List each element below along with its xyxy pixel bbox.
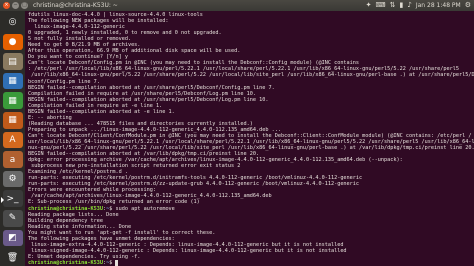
maximize-button[interactable]: □	[21, 2, 28, 9]
prompt-path: ~	[106, 205, 110, 212]
settings-gear-icon[interactable]: ⚙	[465, 0, 471, 11]
launcher-terminal-icon[interactable]: >_	[0, 190, 23, 208]
battery-icon[interactable]: ▮	[400, 0, 404, 11]
launcher-image-viewer-icon[interactable]: ◩	[2, 229, 23, 247]
launcher-files-icon[interactable]: ▤	[2, 53, 23, 70]
dropbox-icon[interactable]: ✦	[366, 0, 372, 11]
launcher-libreoffice-calc-icon[interactable]: ▦	[2, 92, 23, 110]
terminal-prompt-line: christina@christina-K53U:~$	[28, 260, 474, 266]
launcher-system-settings-icon[interactable]: ⚙	[2, 170, 23, 188]
terminal-line: /usr/lib/x86_64-linux-gnu/perl/5.22 /usr…	[28, 72, 474, 79]
prompt-path: ~	[106, 259, 110, 266]
launcher-firefox-icon[interactable]: ●	[2, 33, 23, 51]
clock[interactable]: Jan 28 1:48 PM	[416, 0, 461, 11]
launcher-libreoffice-impress-icon[interactable]: ▦	[2, 112, 23, 129]
launcher-text-editor-icon[interactable]: ✎	[2, 210, 23, 227]
volume-icon[interactable]: ♪	[407, 0, 411, 11]
launcher: ◎ ● ▤ ▦ ▦ ▦ Aa ⚙ >_ ✎ ◩ 🗑	[0, 11, 25, 266]
launcher-software-center-icon[interactable]: A	[2, 131, 23, 149]
minimize-button[interactable]: −	[12, 2, 19, 9]
system-tray: ✦ ⌨ ⇅ ▮ ♪ Jan 28 1:48 PM ⚙	[366, 0, 474, 11]
typed-command: sudo apt autoremove	[115, 205, 175, 212]
terminal-output[interactable]: fdutils linux-doc-4.4.0 | linux-source-4…	[25, 11, 474, 266]
launcher-trash-icon[interactable]: 🗑	[2, 249, 23, 266]
network-icon[interactable]: ⇅	[390, 0, 396, 11]
launcher-amazon-icon[interactable]: a	[2, 151, 23, 168]
prompt-user: christina@christina-K53U	[28, 259, 103, 266]
prompt-user: christina@christina-K53U	[28, 205, 103, 212]
launcher-dash-home-icon[interactable]: ◎	[2, 14, 23, 31]
window-controls: × − □	[3, 2, 28, 9]
keyboard-icon[interactable]: ⌨	[376, 0, 386, 11]
top-panel: × − □ christina@christina-K53U: ~ ✦ ⌨ ⇅ ▮ ♪ J…	[0, 0, 474, 11]
launcher-libreoffice-writer-icon[interactable]: ▦	[2, 72, 23, 90]
window-title: christina@christina-K53U: ~	[33, 2, 118, 9]
text-cursor	[115, 259, 119, 266]
close-button[interactable]: ×	[3, 2, 10, 9]
